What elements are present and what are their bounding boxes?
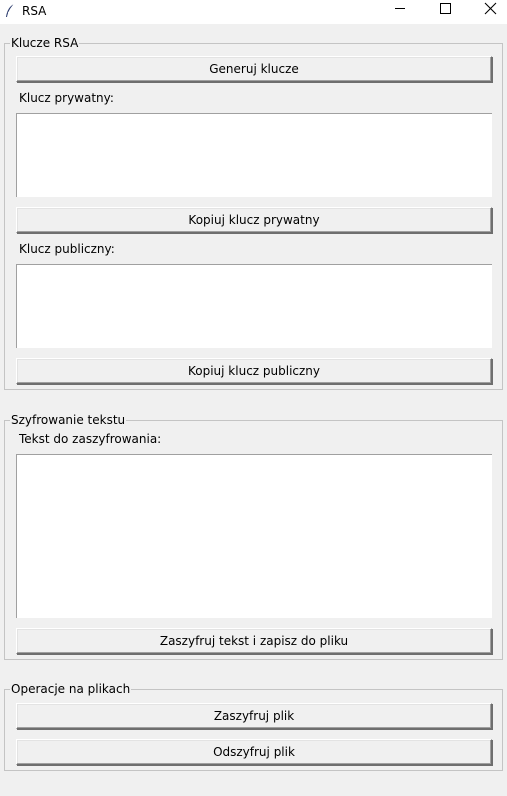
maximize-button[interactable] <box>423 0 469 24</box>
generate-keys-button[interactable]: Generuj klucze <box>16 56 492 82</box>
copy-public-key-button[interactable]: Kopiuj klucz publiczny <box>16 358 492 384</box>
close-icon <box>484 2 497 15</box>
text-to-encrypt-label: Tekst do zaszyfrowania: <box>19 432 162 446</box>
minimize-button[interactable] <box>378 0 424 24</box>
decrypt-file-button[interactable]: Odszyfruj plik <box>16 739 492 765</box>
copy-private-key-button[interactable]: Kopiuj klucz prywatny <box>16 207 492 233</box>
close-button[interactable] <box>468 0 507 24</box>
encrypt-file-button[interactable]: Zaszyfruj plik <box>16 703 492 729</box>
keys-group-title: Klucze RSA <box>10 36 80 50</box>
text-to-encrypt-textarea[interactable] <box>16 454 492 618</box>
title-bar: RSA <box>0 0 507 24</box>
file-ops-group-title: Operacje na plikach <box>10 682 132 696</box>
public-key-label: Klucz publiczny: <box>19 242 115 256</box>
private-key-textarea[interactable] <box>16 113 492 197</box>
maximize-icon <box>440 3 451 14</box>
feather-icon <box>6 3 15 17</box>
window-title: RSA <box>22 4 47 18</box>
encrypt-text-save-button[interactable]: Zaszyfruj tekst i zapisz do pliku <box>16 628 492 654</box>
private-key-label: Klucz prywatny: <box>19 91 114 105</box>
minimize-icon <box>395 8 405 9</box>
public-key-textarea[interactable] <box>16 264 492 348</box>
encrypt-text-group-title: Szyfrowanie tekstu <box>10 413 127 427</box>
